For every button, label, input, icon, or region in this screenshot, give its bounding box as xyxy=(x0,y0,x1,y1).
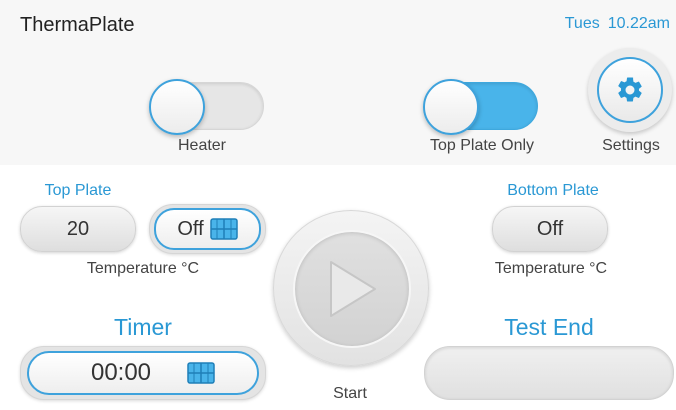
test-end-field xyxy=(424,346,674,400)
test-end-title: Test End xyxy=(504,314,594,340)
start-button[interactable] xyxy=(273,210,429,366)
top-plate-switch-face[interactable]: Off xyxy=(154,208,261,250)
settings-button-face[interactable] xyxy=(597,57,663,123)
bottom-plate-title: Bottom Plate xyxy=(507,182,599,199)
grid-icon xyxy=(209,218,238,240)
start-button-face[interactable] xyxy=(293,230,411,348)
status-clock: Tues 10.22am xyxy=(565,15,670,33)
start-label: Start xyxy=(333,385,367,402)
app-title: ThermaPlate xyxy=(20,14,135,36)
top-plate-only-toggle-knob[interactable] xyxy=(423,79,479,135)
top-plate-switch-label: Off xyxy=(177,217,204,240)
timer-field-face[interactable]: 00:00 xyxy=(27,351,259,395)
settings-label: Settings xyxy=(602,137,660,154)
top-plate-temperature-field[interactable]: 20 xyxy=(20,206,136,252)
status-time: 10.22am xyxy=(607,15,670,32)
heater-toggle-knob[interactable] xyxy=(149,79,205,135)
bottom-plate-switch[interactable]: Off xyxy=(492,206,608,252)
timer-title: Timer xyxy=(114,314,172,340)
top-plate-only-label: Top Plate Only xyxy=(429,137,535,154)
gear-icon xyxy=(618,77,642,102)
top-plate-unit-label: Temperature °C xyxy=(86,260,200,277)
top-plate-title: Top Plate xyxy=(44,182,112,199)
heater-label: Heater xyxy=(177,137,227,154)
timer-field[interactable]: 00:00 xyxy=(20,346,266,400)
heater-toggle[interactable] xyxy=(149,79,264,135)
top-plate-switch[interactable]: Off xyxy=(149,204,266,254)
play-icon xyxy=(330,261,376,317)
bottom-plate-unit-label: Temperature °C xyxy=(494,260,608,277)
status-day: Tues xyxy=(564,15,600,32)
settings-button[interactable] xyxy=(588,48,672,132)
timer-value: 00:00 xyxy=(90,359,152,386)
grid-icon xyxy=(187,362,215,384)
top-plate-only-toggle[interactable] xyxy=(423,79,538,135)
